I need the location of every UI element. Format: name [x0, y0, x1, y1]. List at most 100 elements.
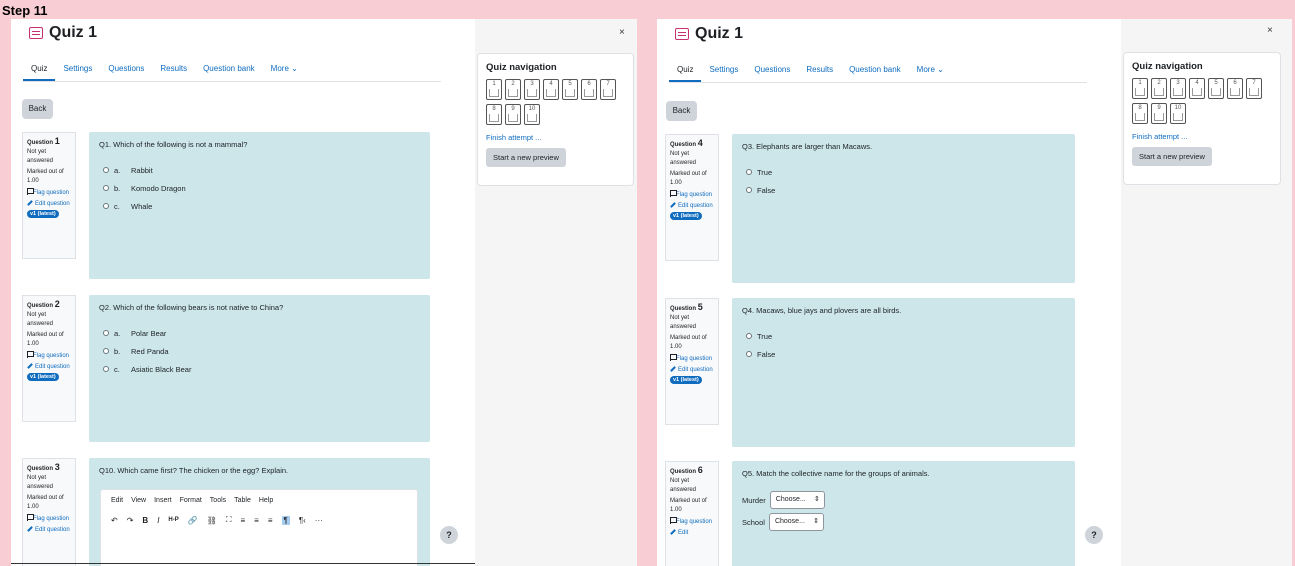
nav-question-button[interactable]: 4	[1189, 78, 1205, 99]
h5p-icon[interactable]: H-P	[168, 517, 178, 523]
radio-button[interactable]	[103, 330, 109, 336]
help-button[interactable]: ?	[1085, 526, 1103, 544]
answer-option[interactable]: a. Polar Bear	[99, 324, 420, 342]
flag-question-link[interactable]: Flag question	[670, 517, 714, 527]
nav-question-button[interactable]: 8	[486, 104, 502, 125]
nav-question-button[interactable]: 6	[1227, 78, 1243, 99]
unlink-icon[interactable]: ⛓	[207, 516, 217, 525]
rtl-icon[interactable]: ¶‹	[299, 516, 306, 525]
edit-question-link[interactable]: Edit question	[27, 363, 71, 372]
nav-question-button[interactable]: 5	[1208, 78, 1224, 99]
edit-question-link[interactable]: Edit question	[670, 202, 714, 211]
align-left-icon[interactable]: ≡	[241, 516, 246, 525]
answer-option[interactable]: False	[742, 181, 1065, 199]
radio-button[interactable]	[746, 333, 752, 339]
start-new-preview-button[interactable]: Start a new preview	[486, 148, 566, 167]
tab-more[interactable]: More ⌄	[909, 57, 952, 82]
nav-question-button[interactable]: 3	[524, 79, 540, 100]
tab-questions[interactable]: Questions	[100, 56, 152, 81]
editor-menu-edit[interactable]: Edit	[111, 497, 123, 504]
edit-question-link[interactable]: Edit question	[27, 200, 71, 209]
bold-icon[interactable]: B	[142, 516, 148, 525]
back-button[interactable]: Back	[666, 101, 697, 121]
answer-option[interactable]: a. Rabbit	[99, 161, 420, 179]
editor-menu-help[interactable]: Help	[259, 497, 273, 504]
radio-button[interactable]	[746, 187, 752, 193]
tab-settings[interactable]: Settings	[55, 56, 100, 81]
nav-question-button[interactable]: 10	[1170, 103, 1186, 124]
flag-question-link[interactable]: Flag question	[27, 188, 71, 198]
finish-attempt-link[interactable]: Finish attempt ...	[1132, 132, 1272, 141]
help-button[interactable]: ?	[440, 526, 458, 544]
answer-option[interactable]: b. Red Panda	[99, 342, 420, 360]
nav-question-button[interactable]: 8	[1132, 103, 1148, 124]
tab-question-bank[interactable]: Question bank	[195, 56, 263, 81]
close-icon[interactable]: ×	[1267, 25, 1273, 36]
nav-question-button[interactable]: 1	[486, 79, 502, 100]
nav-question-button[interactable]: 9	[505, 104, 521, 125]
ltr-icon[interactable]: ¶	[281, 515, 290, 525]
align-right-icon[interactable]: ≡	[268, 516, 273, 525]
editor-menu-table[interactable]: Table	[234, 497, 251, 504]
flag-question-link[interactable]: Flag question	[670, 354, 714, 364]
radio-button[interactable]	[746, 351, 752, 357]
tab-more[interactable]: More ⌄	[263, 56, 306, 81]
edit-question-link[interactable]: Edit	[670, 529, 714, 538]
tab-quiz[interactable]: Quiz	[669, 57, 702, 82]
nav-question-button[interactable]: 5	[562, 79, 578, 100]
match-select[interactable]: Choose...	[768, 513, 824, 531]
nav-question-button[interactable]: 10	[524, 104, 540, 125]
radio-button[interactable]	[746, 169, 752, 175]
radio-button[interactable]	[103, 348, 109, 354]
finish-attempt-link[interactable]: Finish attempt ...	[486, 133, 625, 142]
flag-question-link[interactable]: Flag question	[27, 351, 71, 361]
editor-menu-tools[interactable]: Tools	[210, 497, 226, 504]
answer-option[interactable]: b. Komodo Dragon	[99, 179, 420, 197]
nav-question-button[interactable]: 2	[1151, 78, 1167, 99]
flag-question-link[interactable]: Flag question	[27, 514, 71, 524]
pencil-icon	[27, 200, 33, 206]
nav-question-button[interactable]: 1	[1132, 78, 1148, 99]
answer-option[interactable]: True	[742, 163, 1065, 181]
radio-button[interactable]	[103, 185, 109, 191]
fullscreen-icon[interactable]: ⛶	[226, 515, 232, 525]
match-select[interactable]: Choose...	[769, 491, 825, 509]
radio-button[interactable]	[103, 366, 109, 372]
nav-question-button[interactable]: 4	[543, 79, 559, 100]
link-icon[interactable]: 🔗	[188, 516, 198, 525]
radio-button[interactable]	[103, 203, 109, 209]
italic-icon[interactable]: I	[157, 516, 159, 525]
more-tools-icon[interactable]: ···	[315, 516, 323, 525]
answer-option[interactable]: c. Asiatic Black Bear	[99, 360, 420, 378]
rich-text-editor[interactable]: Edit View Insert Format Tools Table Help…	[100, 489, 418, 566]
nav-question-button[interactable]: 3	[1170, 78, 1186, 99]
nav-question-button[interactable]: 9	[1151, 103, 1167, 124]
left-quiz-window: Quiz 1 Quiz Settings Questions Results Q…	[11, 19, 637, 566]
nav-question-button[interactable]: 7	[600, 79, 616, 100]
edit-question-link[interactable]: Edit question	[670, 366, 714, 375]
tab-results[interactable]: Results	[152, 56, 195, 81]
editor-menu-view[interactable]: View	[131, 497, 146, 504]
tab-quiz[interactable]: Quiz	[23, 56, 56, 81]
flag-question-link[interactable]: Flag question	[670, 190, 714, 200]
tab-settings[interactable]: Settings	[701, 57, 746, 82]
tab-results[interactable]: Results	[798, 57, 841, 82]
tab-question-bank[interactable]: Question bank	[841, 57, 909, 82]
radio-button[interactable]	[103, 167, 109, 173]
undo-icon[interactable]: ↶	[111, 516, 118, 525]
tab-questions[interactable]: Questions	[746, 57, 798, 82]
answer-option[interactable]: True	[742, 327, 1065, 345]
redo-icon[interactable]: ↷	[127, 516, 134, 525]
nav-question-button[interactable]: 6	[581, 79, 597, 100]
nav-question-button[interactable]: 2	[505, 79, 521, 100]
align-center-icon[interactable]: ≡	[254, 516, 259, 525]
edit-question-link[interactable]: Edit question	[27, 526, 71, 535]
back-button[interactable]: Back	[22, 99, 53, 119]
close-icon[interactable]: ×	[619, 27, 625, 38]
answer-option[interactable]: c. Whale	[99, 197, 420, 215]
nav-question-button[interactable]: 7	[1246, 78, 1262, 99]
start-new-preview-button[interactable]: Start a new preview	[1132, 147, 1212, 166]
editor-menu-format[interactable]: Format	[180, 497, 202, 504]
editor-menu-insert[interactable]: Insert	[154, 497, 172, 504]
answer-option[interactable]: False	[742, 345, 1065, 363]
